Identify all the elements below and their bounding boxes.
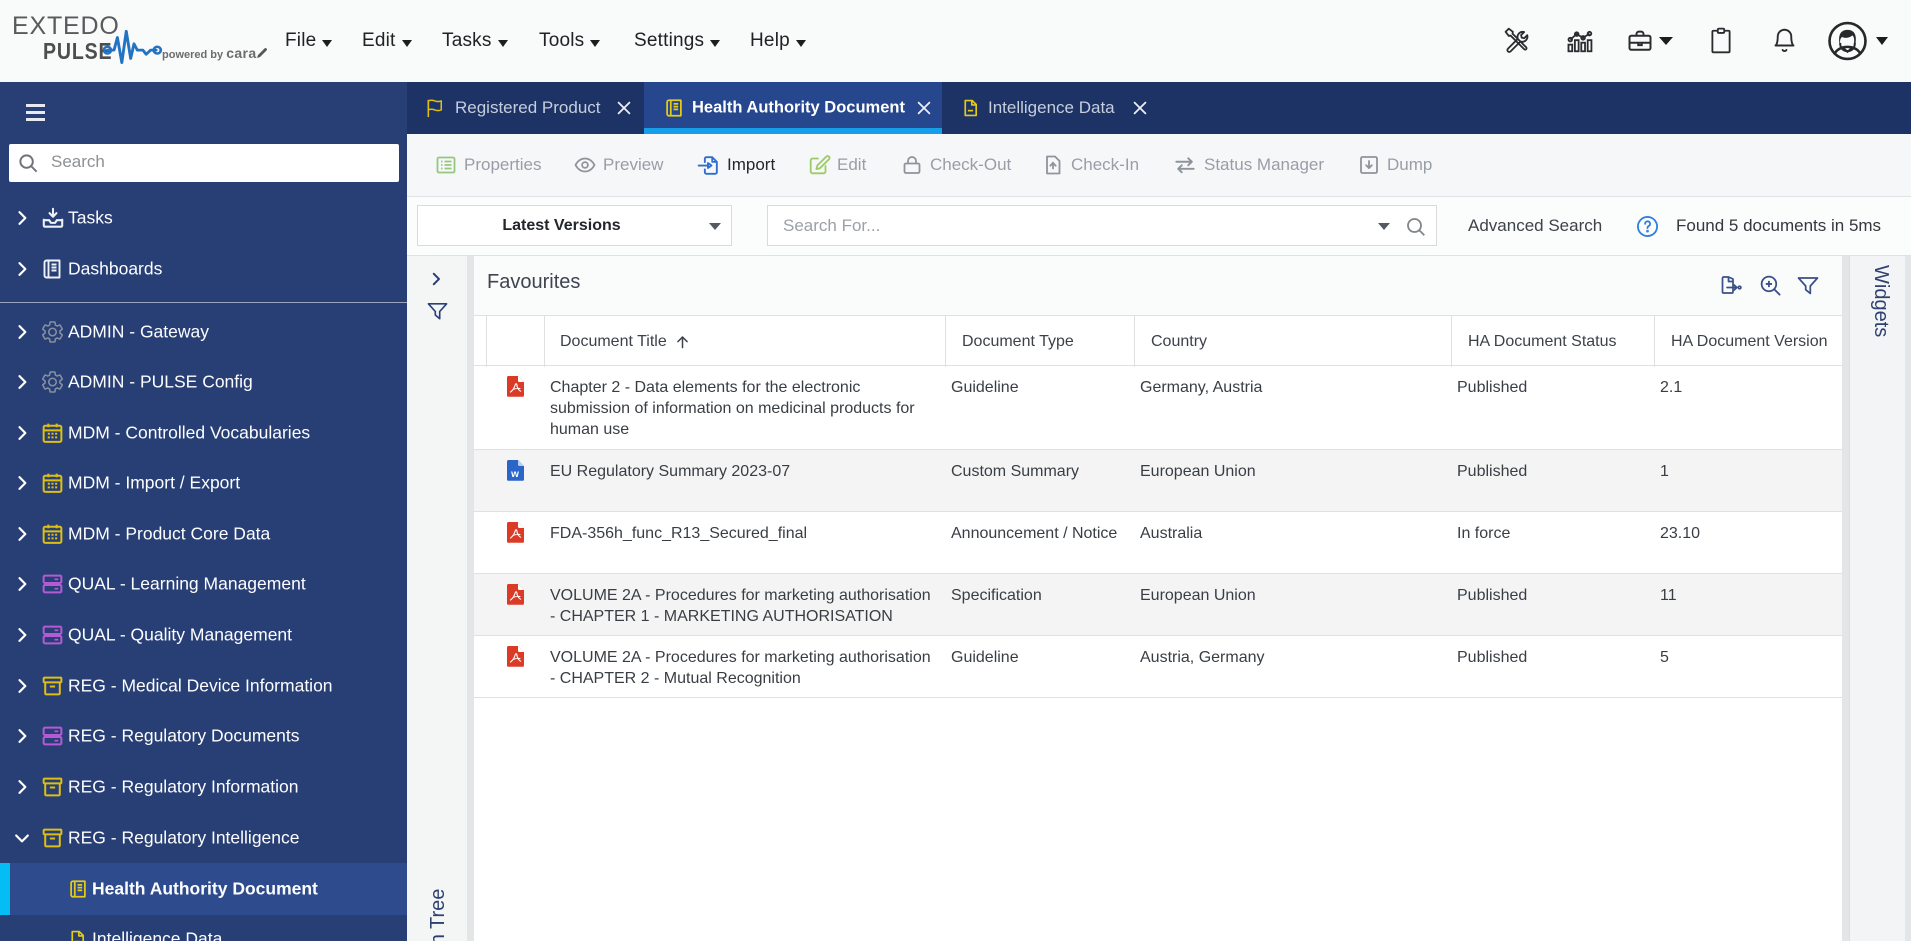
svg-text:w: w xyxy=(510,469,519,480)
